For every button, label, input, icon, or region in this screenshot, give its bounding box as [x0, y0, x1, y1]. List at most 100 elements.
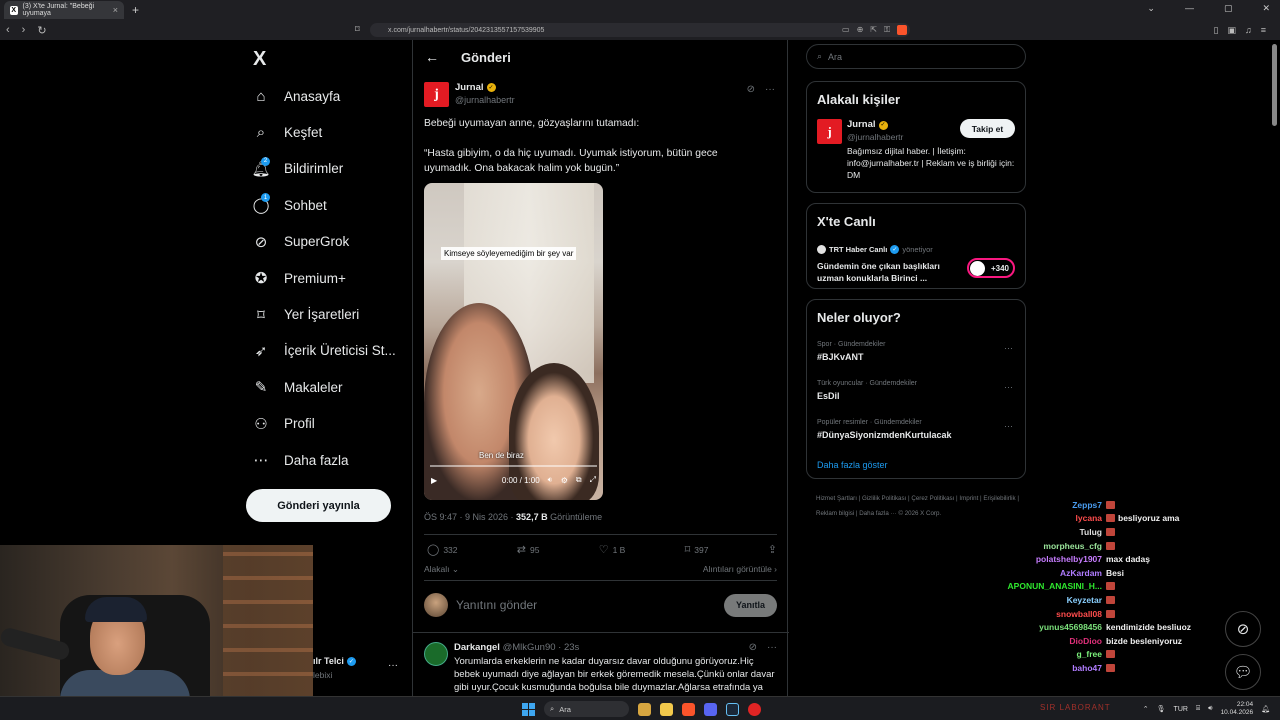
network-icon[interactable]: ⌸ — [1196, 705, 1200, 713]
close-tab-icon[interactable]: × — [113, 5, 118, 15]
fullscreen-icon[interactable]: ⤢ — [590, 475, 596, 485]
follow-button[interactable]: Takip et — [960, 119, 1015, 138]
cast-icon[interactable]: ▭ — [842, 25, 850, 35]
chat-username[interactable]: polatshelby1907 — [990, 554, 1106, 564]
brave-shield-icon[interactable] — [897, 25, 908, 35]
commenter-handle[interactable]: @MlkGun90 · 23s — [503, 642, 580, 653]
more-icon[interactable]: ··· — [765, 84, 775, 95]
bookmark-action[interactable]: ⌑ 397 — [685, 543, 709, 556]
more-icon[interactable]: ··· — [1004, 343, 1013, 353]
chat-username[interactable]: Zepps7 — [990, 500, 1106, 510]
related-dropdown[interactable]: Alakalı ⌄ — [424, 564, 459, 575]
address-bar[interactable]: x.com/jurnalhabertr/status/2042313557157… — [370, 23, 910, 37]
grok-icon[interactable]: ⊘ — [749, 642, 757, 653]
chat-username[interactable]: DioDioo — [990, 636, 1106, 646]
nav-item[interactable]: ⌕ Keşfet — [252, 114, 396, 150]
browser-tab[interactable]: X (3) X'te Jurnal: "Bebeği uyumaya × — [4, 1, 124, 19]
settings-icon[interactable]: ⚙ — [561, 476, 568, 485]
live-listeners-pill[interactable]: +340 — [967, 258, 1015, 278]
show-more-link[interactable]: Daha fazla göster — [807, 456, 1025, 474]
chat-username[interactable]: APONUN_ANASINI_H... — [990, 581, 1106, 591]
zoom-icon[interactable]: ⊕ — [857, 25, 864, 35]
widget-app-icon[interactable] — [638, 702, 651, 716]
video-progress-bar[interactable] — [430, 465, 597, 467]
tweet-video[interactable]: Kimseye söyleyemediğim bir şey var Ben d… — [424, 183, 603, 500]
chat-username[interactable]: yunus45698456 — [990, 622, 1106, 632]
post-button[interactable]: Gönderi yayınla — [246, 489, 391, 522]
back-icon[interactable]: ‹ — [6, 24, 10, 36]
chat-username[interactable]: Tulug — [990, 527, 1106, 537]
volume-icon[interactable]: 🔉︎ — [548, 475, 553, 485]
trend-item[interactable]: Türk oyuncular · Gündemdekiler EsDil ··· — [807, 378, 1025, 417]
scrollbar[interactable] — [1272, 42, 1278, 702]
nav-item[interactable]: ✎ Makaleler — [252, 369, 396, 405]
chat-username[interactable]: snowball08 — [990, 609, 1106, 619]
more-icon[interactable]: ··· — [1004, 382, 1013, 392]
language-indicator[interactable]: TUR — [1174, 706, 1188, 713]
nav-item[interactable]: ⋯ Daha fazla — [252, 442, 396, 478]
nav-item[interactable]: ⊘ SuperGrok — [252, 224, 396, 260]
new-tab-button[interactable]: + — [132, 3, 139, 17]
reply-button[interactable]: Yanıtla — [724, 593, 777, 617]
grok-float-button[interactable]: ⊘ — [1225, 611, 1261, 647]
reload-icon[interactable]: ↻ — [37, 24, 46, 37]
menu-icon[interactable]: ≡ — [1261, 25, 1266, 36]
trend-item[interactable]: Popüler resimler · Gündemdekiler #DünyaSi… — [807, 417, 1025, 456]
quotes-link[interactable]: Alıntıları görüntüle › — [703, 564, 777, 575]
chat-username[interactable]: g_free — [990, 649, 1106, 659]
author-handle[interactable]: @jurnalhabertr — [455, 95, 515, 105]
maximize-icon[interactable]: ▢ — [1224, 3, 1233, 14]
bookmark-page-icon[interactable]: ⌑ — [355, 24, 360, 35]
tweet-timestamp[interactable]: ÖS 9:47 · 9 Nis 2026 · — [424, 512, 516, 522]
person-name[interactable]: Jurnal — [847, 119, 876, 131]
author-avatar[interactable]: j — [424, 82, 449, 107]
chat-username[interactable]: morpheus_cfg — [990, 541, 1106, 551]
play-icon[interactable]: ▶ — [431, 476, 437, 485]
more-icon[interactable]: ··· — [767, 642, 777, 653]
person-avatar[interactable]: j — [817, 119, 842, 144]
chat-username[interactable]: lycana — [990, 513, 1106, 523]
related-person[interactable]: j Jurnal ✓ @jurnalhabertr Bağımsız dijita… — [807, 107, 1025, 187]
sidebar-icon[interactable]: ▯ — [1214, 25, 1219, 36]
nav-item[interactable]: 🔔︎ 2 Bildirimler — [251, 151, 396, 187]
pip-icon[interactable]: ⧉ — [576, 475, 582, 485]
x-logo-icon[interactable]: X — [253, 48, 266, 71]
back-arrow-icon[interactable]: ← — [425, 49, 439, 65]
messages-float-button[interactable]: 💬︎ — [1225, 654, 1261, 690]
scrollbar-thumb[interactable] — [1272, 44, 1277, 126]
minimize-icon[interactable]: — — [1185, 3, 1194, 14]
nav-item[interactable]: ◯ 1 Sohbet — [252, 187, 396, 223]
media-icon[interactable]: ♫ — [1245, 25, 1252, 36]
brave-app-icon[interactable] — [682, 702, 695, 716]
nav-item[interactable]: ⚇ Profil — [252, 406, 396, 442]
account-switcher-name[interactable]: ılr Telci ✓ — [313, 656, 356, 666]
chat-username[interactable]: Keyzetar — [990, 595, 1106, 605]
trend-item[interactable]: Spor · Gündemdekiler #BJKvANT ··· — [807, 339, 1025, 378]
forward-icon[interactable]: › — [22, 24, 26, 36]
reply-action[interactable]: ◯ 332 — [427, 543, 458, 556]
account-handle[interactable]: lebixi — [313, 670, 332, 680]
chat-username[interactable]: baho47 — [990, 663, 1106, 673]
obs-app-icon[interactable] — [748, 702, 761, 716]
share-icon[interactable]: ⇱ — [870, 25, 877, 35]
discord-app-icon[interactable] — [704, 702, 717, 716]
chat-username[interactable]: AzKardam — [990, 568, 1106, 578]
author-name[interactable]: Jurnal — [455, 82, 484, 93]
nav-item[interactable]: ⌑ Yer İşaretleri — [252, 296, 396, 332]
notifications-icon[interactable]: 🔔︎ — [1261, 705, 1270, 713]
nav-item[interactable]: ⌂ Anasayfa — [252, 78, 396, 114]
share-action[interactable]: ⇪ — [768, 543, 777, 556]
commenter-name[interactable]: Darkangel — [454, 642, 500, 653]
mic-icon[interactable]: 🎙︎ — [1157, 705, 1166, 713]
windows-start-icon[interactable] — [522, 702, 535, 716]
account-more-icon[interactable]: ··· — [388, 660, 398, 671]
extension-icon[interactable]: ⚿ — [884, 25, 890, 35]
file-explorer-icon[interactable] — [660, 702, 673, 716]
reply-input[interactable]: Yanıtını gönder — [456, 598, 537, 612]
repost-action[interactable]: ⇄ 95 — [517, 543, 540, 556]
like-action[interactable]: ♡ 1 B — [599, 543, 626, 556]
search-input[interactable]: ⌕ Ara — [806, 44, 1026, 69]
volume-icon[interactable]: 🔊︎ — [1208, 705, 1212, 713]
close-window-icon[interactable]: ✕ — [1262, 3, 1270, 14]
clock[interactable]: 22:04 10.04.2026 — [1221, 701, 1254, 717]
